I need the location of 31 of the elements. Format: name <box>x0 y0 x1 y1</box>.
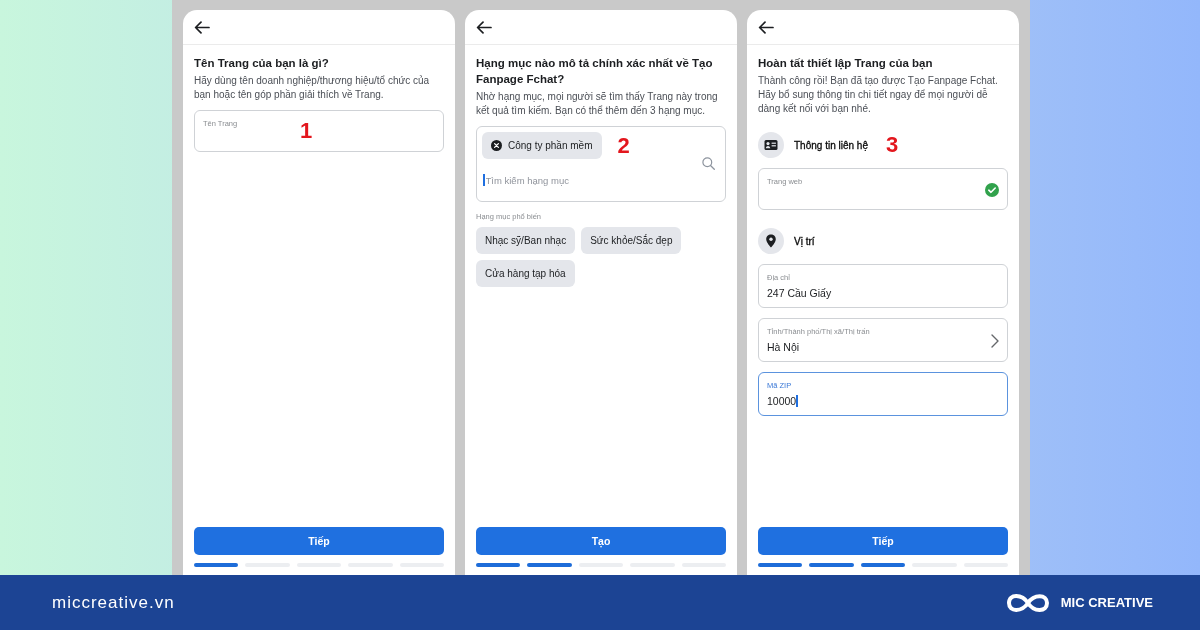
remove-icon[interactable] <box>491 140 502 151</box>
annotation-number: 1 <box>300 120 313 142</box>
location-pin-icon <box>758 228 784 254</box>
primary-button[interactable]: Tiếp <box>194 527 444 555</box>
chevron-right-icon <box>991 333 999 348</box>
screen-title: Tên Trang của bạn là gì? <box>194 56 330 71</box>
search-icon <box>702 157 715 170</box>
primary-button[interactable]: Tạo <box>476 527 726 555</box>
primary-button[interactable]: Tiếp <box>758 527 1008 555</box>
back-arrow-icon[interactable] <box>758 20 774 34</box>
back-arrow-icon[interactable] <box>476 20 492 34</box>
category-chip[interactable]: Sức khỏe/Sắc đẹp <box>581 227 682 254</box>
brand-name: MIC CREATIVE <box>1060 595 1153 610</box>
screen-description: Thành công rồi! Bạn đã tạo được Tạo Fanpage Fchat. Hãy bổ sung thông tin chi tiết ngay để mọi người dễ dàng kết nối với bạn nhé. <box>758 74 999 116</box>
back-arrow-icon[interactable] <box>194 20 210 34</box>
contact-card-icon <box>758 132 784 158</box>
text-cursor-icon <box>483 174 485 186</box>
selected-category-chip[interactable]: Công ty phần mềm <box>482 132 602 159</box>
text-cursor-icon <box>796 395 798 407</box>
section-heading: Thông tin liên hệ <box>794 139 868 151</box>
annotation-number: 3 <box>885 134 899 156</box>
website-url: miccreative.vn <box>52 592 175 613</box>
screen-title: Hạng mục nào mô tả chính xác nhất về Tạo Fanpage Fchat? <box>476 56 714 87</box>
screen-description: Hãy dùng tên doanh nghiệp/thương hiệu/tổ chức của bạn hoặc tên góp phần giải thích về Trang. <box>194 74 431 102</box>
screen-description: Nhờ hạng mục, mọi người sẽ tìm thấy Trang này trong kết quả tìm kiếm. Bạn có thể thêm đến 3 hạng mục. <box>476 90 719 118</box>
category-search-field[interactable]: Công ty phần mềm 2 Tìm kiếm hạng mục <box>476 126 726 202</box>
category-chip[interactable]: Nhạc sỹ/Ban nhạc <box>476 227 576 254</box>
category-chip[interactable]: Cửa hàng tạp hóa <box>476 260 575 287</box>
annotation-number: 2 <box>617 134 630 157</box>
section-heading: Vị trí <box>794 235 815 247</box>
screen-title: Hoàn tất thiết lập Trang của bạn <box>758 56 934 71</box>
